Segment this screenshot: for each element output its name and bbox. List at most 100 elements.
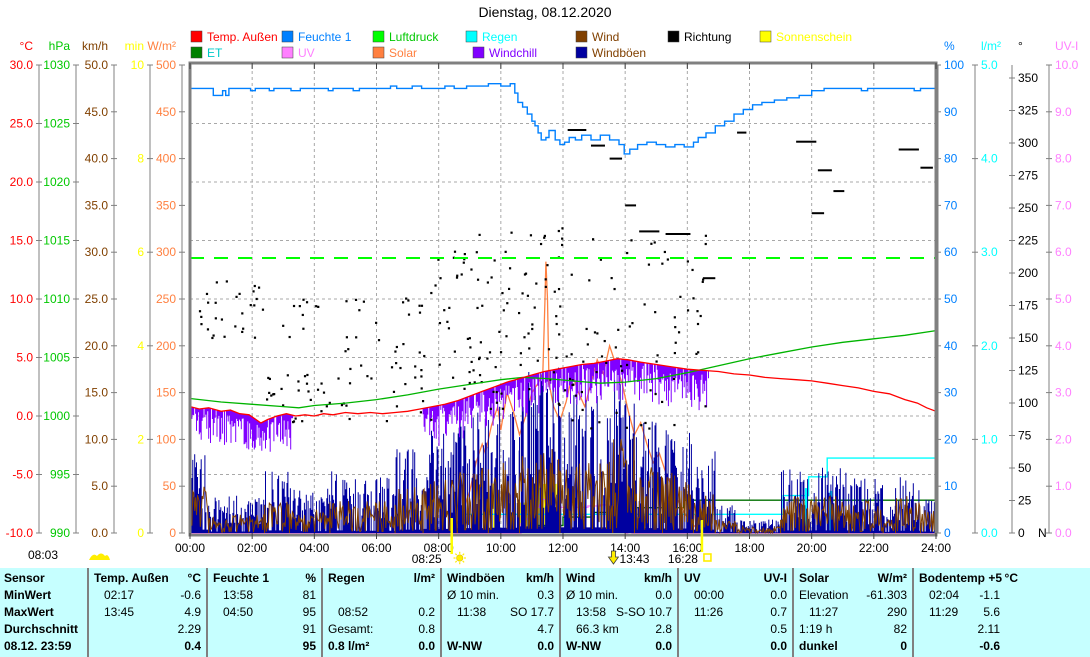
tick-w-m: 450 [156, 105, 176, 119]
tick-: 50 [944, 292, 958, 306]
tick-: 50 [1018, 461, 1032, 475]
axis-c [36, 65, 42, 533]
tick-hpa: 1010 [43, 292, 70, 306]
col-unit-feuchte-1: % [276, 571, 316, 586]
tick-min: 10 [131, 58, 145, 72]
tick-w-m: 100 [156, 432, 176, 446]
gridlines [190, 65, 936, 533]
legend-item-richtung [668, 31, 679, 42]
axis-header-l-m: l/m² [981, 39, 1001, 53]
tick-min: 0 [137, 526, 144, 540]
axis-header-km-h: km/h [82, 39, 108, 53]
tick-km-h: 10.0 [85, 432, 109, 446]
col-header-uv: UV [684, 571, 701, 586]
solar-max-value: 290 [837, 605, 907, 620]
tick-w-m: 250 [156, 292, 176, 306]
legend-label-regen: Regen [482, 30, 517, 44]
tick-km-h: 35.0 [85, 198, 109, 212]
legend-item-uv [282, 47, 293, 58]
tick-c: 15.0 [10, 234, 34, 248]
row-label-sensor: Sensor [4, 571, 45, 586]
sunrise-time: 08:25 [412, 552, 442, 566]
tick-: 100 [1018, 396, 1038, 410]
wind-swatch-icon [576, 31, 587, 42]
axis-hpa [73, 65, 79, 533]
tick-c: 5.0 [16, 351, 33, 365]
tick-: 300 [1018, 136, 1038, 150]
tick-c: 0.0 [16, 409, 33, 423]
tick-w-m: 200 [156, 339, 176, 353]
bodentemp-5-max-value: 5.6 [930, 605, 1000, 620]
feuchte-1-swatch-icon [282, 31, 293, 42]
col-unit-windb-en: km/h [514, 571, 554, 586]
tick-km-h: 0.0 [91, 526, 108, 540]
windb-en-max-label: 11:38 [457, 605, 486, 620]
tick-w-m: 500 [156, 58, 176, 72]
solar-avg-value: 82 [837, 622, 907, 637]
x-tick-label: 12:00 [548, 541, 578, 555]
col-header-temp-au-en: Temp. Außen [94, 571, 169, 586]
col-unit-regen: l/m² [395, 571, 435, 586]
wind-cur-label: W-NW [566, 639, 601, 654]
table-divider [792, 568, 794, 657]
daily-stats-table: SensorMinWertMaxWertDurchschnitt08.12. 2… [0, 568, 1090, 657]
legend-item-solar [373, 47, 384, 58]
uv-min-value: 0.0 [717, 588, 787, 603]
legend-item-wind [576, 31, 587, 42]
axis-header-min: min [125, 39, 144, 53]
temp-au-en-max-value: 4.9 [131, 605, 201, 620]
bodentemp-5-avg-value: 2.11 [930, 622, 1000, 637]
tick-w-m: 300 [156, 245, 176, 259]
wind-min-value: 0.0 [602, 588, 672, 603]
tick-uv-i: 1.0 [1055, 479, 1072, 493]
col-header-solar: Solar [799, 571, 829, 586]
tick-c: -5.0 [12, 468, 33, 482]
weather-chart-canvas: Temp. AußenFeuchte 1LuftdruckRegenWindRi… [0, 0, 1090, 568]
uv-max-value: 0.7 [717, 605, 787, 620]
x-tick-label: 24:00 [921, 541, 951, 555]
tick-hpa: 995 [50, 468, 70, 482]
windb-en-avg-value: 4.7 [484, 622, 554, 637]
x-tick-label: 02:00 [237, 541, 267, 555]
table-divider [321, 568, 323, 657]
tick-l-m: 4.0 [981, 152, 998, 166]
wind-cur-value: 0.0 [602, 639, 672, 654]
tick-c: 20.0 [10, 175, 34, 189]
tick-: 40 [944, 339, 958, 353]
tick-l-m: 1.0 [981, 432, 998, 446]
solar-cur-value: 0 [837, 639, 907, 654]
windb-en-max-value: SO 17.7 [484, 605, 554, 620]
feuchte-1-max-value: 95 [246, 605, 316, 620]
feuchte-1-min-value: 81 [246, 588, 316, 603]
table-divider [440, 568, 442, 657]
tick-: 75 [1018, 429, 1032, 443]
uv-swatch-icon [282, 47, 293, 58]
axis-km-h [111, 65, 117, 533]
windb-en-swatch-icon [576, 47, 587, 58]
uv-avg-value: 0.5 [717, 622, 787, 637]
windb-en-min-value: 0.3 [484, 588, 554, 603]
tick-km-h: 5.0 [91, 479, 108, 493]
axis-header-hpa: hPa [49, 39, 71, 53]
col-header-regen: Regen [328, 571, 365, 586]
axis-w-m [179, 65, 185, 533]
temp-au-en-swatch-icon [191, 31, 202, 42]
col-unit-temp-au-en: °C [161, 571, 201, 586]
tick-min: 4 [137, 339, 144, 353]
tick-c: 10.0 [10, 292, 34, 306]
table-divider [559, 568, 561, 657]
tick-w-m: 400 [156, 152, 176, 166]
tick-: 0 [1018, 526, 1025, 540]
axis-header-uv-i: UV-I [1055, 39, 1078, 53]
tick-: 90 [944, 105, 958, 119]
tick-: 10 [944, 479, 958, 493]
tick-: 275 [1018, 169, 1038, 183]
tick-w-m: 150 [156, 386, 176, 400]
legend-label-et: ET [207, 46, 223, 60]
tick-: 250 [1018, 201, 1038, 215]
axis-min [147, 65, 153, 533]
tick-l-m: 2.0 [981, 339, 998, 353]
tick-: 225 [1018, 234, 1038, 248]
tick-c: 30.0 [10, 58, 34, 72]
windb-en-cur-label: W-NW [447, 639, 482, 654]
